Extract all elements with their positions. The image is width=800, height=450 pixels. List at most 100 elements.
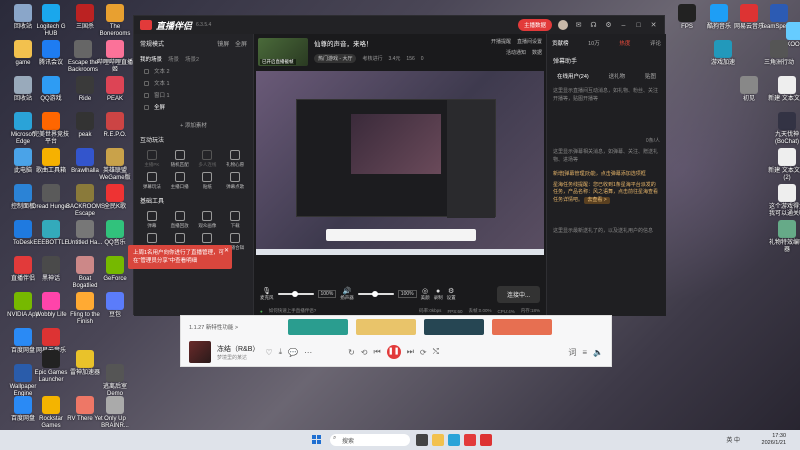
desktop-icon[interactable]: 黑神话	[32, 256, 70, 283]
speaker-percent[interactable]: 100%	[397, 290, 417, 298]
recommend-card[interactable]	[492, 319, 553, 335]
desktop-icon[interactable]: The Bonerooms	[96, 4, 134, 38]
record-control[interactable]: ● 录制	[434, 288, 443, 301]
desktop-icon[interactable]: Wallpaper Engine	[4, 364, 42, 398]
tab-gifts[interactable]: 送礼物	[609, 72, 626, 80]
song-artist[interactable]: 梦境里的某达	[217, 354, 259, 361]
forward-icon[interactable]: ⟳	[420, 348, 427, 357]
mic-slider[interactable]	[277, 291, 314, 297]
download-icon[interactable]: ⤓	[279, 347, 283, 357]
scene-item[interactable]: 全屏	[134, 101, 253, 113]
tool-button[interactable]: 礼物心愿	[221, 150, 249, 168]
desktop-icon[interactable]: 游戏加速	[704, 40, 742, 67]
desktop-icon[interactable]: Logitech G HUB	[32, 4, 70, 38]
start-live-button[interactable]: 连接中...	[496, 285, 540, 303]
desktop-icon[interactable]: 哔哩哔哩直播姬	[96, 40, 134, 74]
next-icon[interactable]: ⏭	[407, 347, 414, 357]
support-icon[interactable]: ☊	[589, 21, 598, 30]
edge-icon[interactable]	[448, 434, 460, 446]
room-cover[interactable]: 已开启直播截帧	[258, 38, 308, 66]
desktop-icon[interactable]: EEEBOTTLE	[32, 220, 70, 247]
tool-button[interactable]: 多人连线	[194, 150, 222, 168]
view-task-button[interactable]: 去查看 >	[584, 196, 610, 204]
desktop-icon[interactable]: Rockstar Games	[32, 396, 70, 430]
admin-share-toast[interactable]: 上周1名用户向你进行了直播管理，可在“管理员分享”中查看明细 ✕	[128, 245, 232, 269]
anchor-data-button[interactable]: 主播数据	[517, 19, 552, 31]
tab-scene-2[interactable]: 场景2	[185, 55, 199, 63]
taskbar-search[interactable]: ⌕ 搜索	[330, 434, 410, 446]
desktop-icon[interactable]: 三角洲行动	[760, 40, 798, 67]
desktop-icon[interactable]: QQ音乐	[96, 220, 134, 247]
room-settings-button[interactable]: 直播间设置	[517, 38, 542, 45]
tool-button[interactable]: 随机匹配	[166, 150, 194, 168]
like-icon[interactable]: ♡	[265, 348, 272, 357]
desktop-icon[interactable]: 九天伐神 (BoChat)	[768, 112, 800, 146]
data-button[interactable]: 数据	[532, 49, 542, 56]
recommend-card[interactable]	[288, 319, 349, 335]
speaker-slider[interactable]	[357, 291, 394, 297]
tab-comments[interactable]: 评论	[650, 39, 661, 47]
desktop-icon[interactable]: 新建 文本文档	[768, 76, 800, 103]
mode-selector[interactable]: 常规模式	[140, 39, 164, 48]
close-icon[interactable]: ✕	[649, 21, 658, 30]
maximize-icon[interactable]: □	[634, 21, 643, 30]
tool-button[interactable]: 主播口播	[166, 172, 194, 190]
desktop-icon[interactable]: 英雄联盟 WeGame版	[96, 148, 134, 182]
mic-control[interactable]: 🎙 麦克风	[260, 287, 274, 301]
toast-close-icon[interactable]: ✕	[224, 247, 229, 255]
message-icon[interactable]: ✉	[574, 21, 583, 30]
fullscreen-link[interactable]: 全屏	[235, 42, 247, 48]
scene-item[interactable]: 文本 2	[134, 65, 253, 77]
desktop-icon[interactable]: 这个游戏得大我可以通关吗	[768, 184, 800, 218]
beauty-control[interactable]: ◎ 美颜	[421, 287, 430, 301]
mirror-link[interactable]: 镜屏	[217, 42, 229, 48]
tool-button[interactable]: 观众画像	[194, 211, 222, 229]
stream-settings-control[interactable]: ⚙ 设置	[447, 287, 456, 301]
tab-scene[interactable]: 场景	[168, 55, 179, 63]
scene-item[interactable]: 窗口 1	[134, 89, 253, 101]
song-title[interactable]: 冻结（R&B）	[217, 344, 259, 354]
lyrics-icon[interactable]: 词	[568, 347, 576, 358]
desktop-icon[interactable]: Dread Hunger	[32, 184, 70, 211]
minimize-icon[interactable]: –	[619, 21, 628, 30]
new-features-link[interactable]: 1.1.27 新特性功能 >	[189, 323, 238, 335]
desktop-icon[interactable]: 新建 文本文档 (2)	[768, 148, 800, 182]
tab-heat[interactable]: 热度	[619, 39, 630, 47]
clock[interactable]: 17:30 2026/1/21	[762, 433, 786, 447]
tab-contribution[interactable]: 贡献榜	[552, 39, 569, 47]
recommend-card[interactable]	[356, 319, 417, 335]
tool-button[interactable]: 弹幕	[138, 211, 166, 229]
tray-input[interactable]: 英 中	[726, 435, 740, 444]
tab-online-users[interactable]: 在线用户(24)	[557, 72, 589, 80]
mode-icon[interactable]: ⤭	[433, 347, 439, 357]
notice-danmaku-manage[interactable]: 新增[弹幕管理]功能，点击弹幕添加选项框	[553, 171, 660, 179]
speaker-control[interactable]: 🔊 扬声器	[340, 287, 354, 301]
scene-item[interactable]: 文本 1	[134, 77, 253, 89]
desktop-icon[interactable]: 豆包	[96, 292, 134, 319]
windows-start-icon[interactable]	[312, 435, 322, 445]
tool-button[interactable]: 弹幕玩法	[138, 172, 166, 190]
volume-icon[interactable]: 🔈	[593, 348, 603, 357]
tool-button[interactable]: 主播PK	[138, 150, 166, 168]
album-cover[interactable]	[189, 341, 211, 363]
activity-button[interactable]: 活动通知	[506, 49, 526, 56]
live-companion-taskbar-icon[interactable]	[464, 434, 476, 446]
add-source-button[interactable]: + 添加素材	[134, 121, 253, 129]
desktop-icon[interactable]: R.E.P.O.	[96, 112, 134, 139]
previous-icon[interactable]: ⏮	[374, 347, 381, 357]
desktop-icon[interactable]: PEAK	[96, 76, 134, 103]
live-reminder-button[interactable]: 开播提醒	[491, 38, 511, 45]
mic-percent[interactable]: 100%	[317, 290, 337, 298]
desktop-icon[interactable]: 全民K歌	[96, 184, 134, 211]
desktop-icon[interactable]: Only Up BRAINR...	[96, 396, 134, 430]
tool-button[interactable]: 贴纸	[194, 172, 222, 190]
avatar[interactable]	[558, 20, 568, 30]
playlist-icon[interactable]: ≡	[582, 348, 587, 357]
quickstart-link[interactable]: 如何快速上手直播伴侣?	[269, 308, 317, 314]
tool-button[interactable]: 下载	[221, 211, 249, 229]
desktop-icon[interactable]: QQ游戏	[32, 76, 70, 103]
pause-button[interactable]: ❚❚	[386, 345, 401, 359]
tab-stickers[interactable]: 贴图	[645, 72, 656, 80]
tab-my-scenes[interactable]: 我的场景	[140, 55, 162, 63]
rewind-icon[interactable]: ⟲	[361, 348, 368, 357]
